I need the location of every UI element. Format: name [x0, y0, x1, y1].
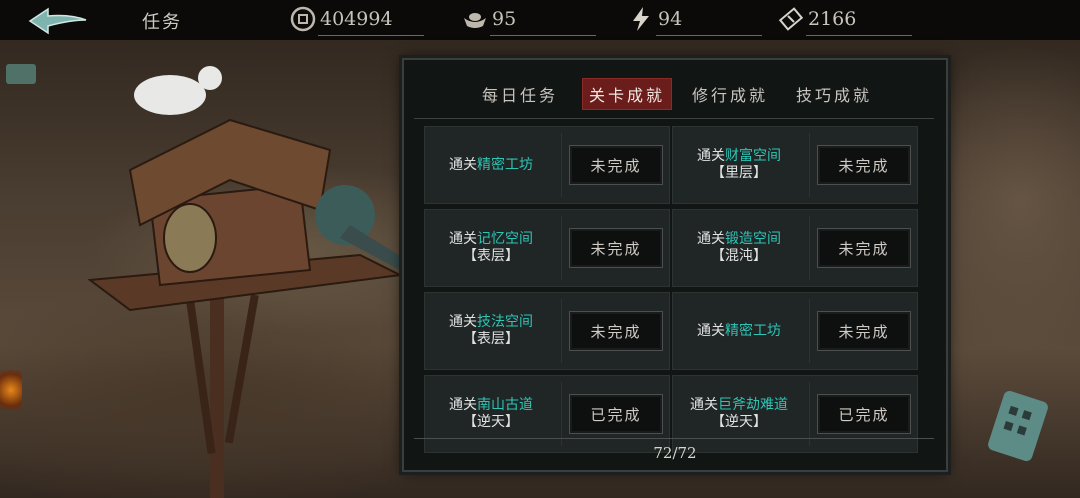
achievement-label: 通关技法空间 【表层】 [425, 293, 557, 369]
side-chat-icon[interactable] [6, 64, 36, 84]
map-scroll-icon[interactable] [975, 385, 1065, 475]
bottom-divider [414, 438, 934, 439]
resource-energy: 94 [628, 4, 764, 36]
achievement-card: 通关锻造空间 【混沌】 未完成 [672, 209, 918, 287]
achievement-prefix: 通关 [697, 322, 725, 339]
energy-amount: 94 [658, 8, 683, 30]
achievement-card: 通关精密工坊 未完成 [672, 292, 918, 370]
tab-bar: 每日任务 关卡成就 修行成就 技巧成就 [404, 78, 946, 114]
achievement-label: 通关锻造空间 【混沌】 [673, 210, 805, 286]
achievement-stage-name: 南山古道 [477, 397, 533, 413]
resource-coin: 404994 [290, 4, 424, 36]
achievement-tier: 【混沌】 [711, 248, 767, 264]
lantern-glow [0, 370, 22, 410]
achievement-status-button[interactable]: 未完成 [817, 311, 911, 351]
achievement-tier: 【逆天】 [711, 414, 767, 430]
achievement-progress-count: 72/72 [653, 444, 697, 462]
achievement-prefix: 通关 [697, 148, 725, 164]
tab-stage-achievements[interactable]: 关卡成就 [582, 78, 673, 110]
achievement-card: 通关财富空间 【里层】 未完成 [672, 126, 918, 204]
resource-ticket: 2166 [778, 4, 914, 36]
achievement-prefix: 通关 [449, 156, 477, 173]
achievement-panel: 每日任务 关卡成就 修行成就 技巧成就 通关精密工坊 未完成 通关财富空间 【里… [402, 58, 948, 472]
achievement-stage-name: 财富空间 [725, 148, 781, 164]
ticket-icon [778, 7, 804, 31]
achievement-label: 通关南山古道 【逆天】 [425, 376, 557, 452]
achievement-tier: 【逆天】 [463, 414, 519, 430]
achievement-card: 通关记忆空间 【表层】 未完成 [424, 209, 670, 287]
achievement-prefix: 通关 [449, 314, 477, 330]
achievement-card: 通关精密工坊 未完成 [424, 126, 670, 204]
achievement-tier: 【表层】 [463, 248, 519, 264]
resource-ingot: 95 [462, 4, 598, 36]
achievement-stage-name: 精密工坊 [477, 156, 533, 173]
achievement-card: 通关巨斧劫难道 【逆天】 已完成 [672, 375, 918, 453]
achievement-stage-name: 技法空间 [477, 314, 533, 330]
achievement-status-button[interactable]: 未完成 [817, 145, 911, 185]
achievement-label: 通关精密工坊 [425, 127, 557, 203]
achievement-label: 通关巨斧劫难道 【逆天】 [673, 376, 805, 452]
tab-daily-tasks[interactable]: 每日任务 [482, 82, 558, 106]
achievement-tier: 【表层】 [463, 331, 519, 347]
silver-ingot-icon [464, 13, 486, 28]
achievement-prefix: 通关 [690, 397, 718, 413]
achievement-status-button[interactable]: 已完成 [817, 394, 911, 434]
top-bar: 任务 404994 95 94 2166 [0, 0, 1080, 40]
divider [414, 118, 934, 119]
achievement-stage-name: 锻造空间 [725, 231, 781, 247]
page-title: 任务 [142, 12, 182, 33]
achievement-prefix: 通关 [697, 231, 725, 247]
achievement-stage-name: 记忆空间 [477, 231, 533, 247]
achievement-status-button[interactable]: 未完成 [817, 228, 911, 268]
achievement-stage-name: 巨斧劫难道 [718, 397, 788, 413]
achievement-status-button[interactable]: 已完成 [569, 394, 663, 434]
achievement-tier: 【里层】 [711, 165, 767, 181]
achievement-label: 通关记忆空间 【表层】 [425, 210, 557, 286]
achievement-prefix: 通关 [449, 397, 477, 413]
ingot-amount: 95 [492, 8, 517, 30]
achievement-label: 通关财富空间 【里层】 [673, 127, 805, 203]
achievement-status-button[interactable]: 未完成 [569, 145, 663, 185]
tab-skill-achievements[interactable]: 技巧成就 [796, 82, 872, 106]
coin-amount: 404994 [320, 8, 393, 30]
lightning-icon [633, 7, 649, 31]
achievement-prefix: 通关 [449, 231, 477, 247]
tab-cultivation-achievements[interactable]: 修行成就 [692, 82, 768, 106]
achievement-card: 通关技法空间 【表层】 未完成 [424, 292, 670, 370]
achievement-label: 通关精密工坊 [673, 293, 805, 369]
achievement-stage-name: 精密工坊 [725, 322, 781, 339]
achievement-status-button[interactable]: 未完成 [569, 228, 663, 268]
back-arrow-icon[interactable] [26, 6, 90, 36]
achievement-status-button[interactable]: 未完成 [569, 311, 663, 351]
coin-icon [290, 6, 316, 32]
ticket-amount: 2166 [808, 8, 857, 30]
achievement-card: 通关南山古道 【逆天】 已完成 [424, 375, 670, 453]
